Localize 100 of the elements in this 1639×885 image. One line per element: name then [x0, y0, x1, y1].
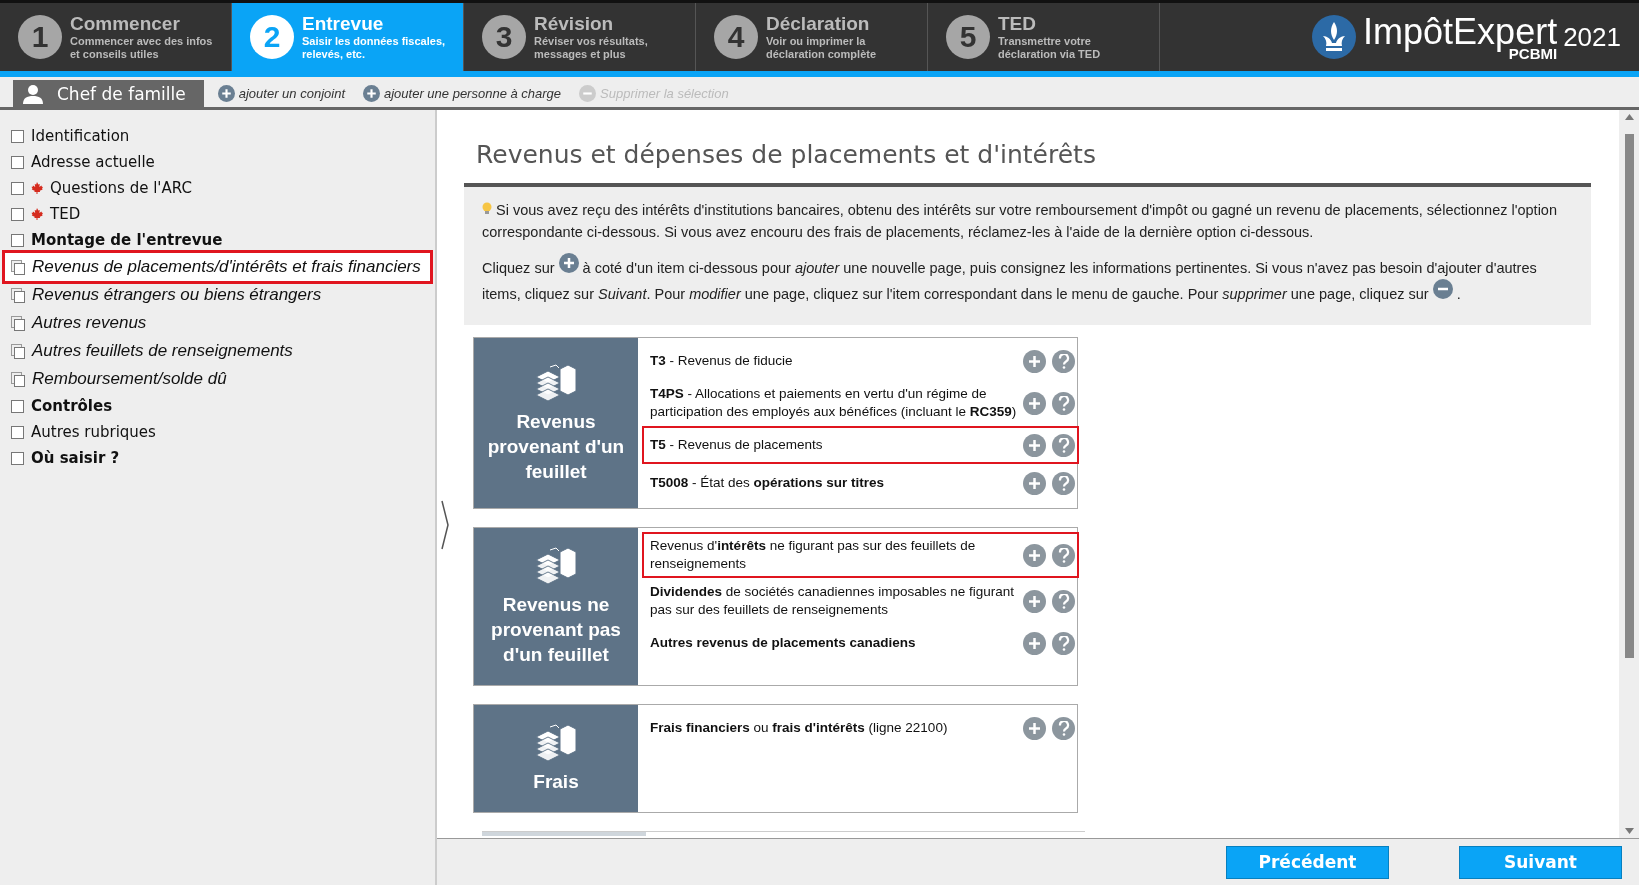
sidebar-item[interactable]: Revenus de placements/d'intérêts et frais financiers [5, 253, 430, 281]
scroll-down-arrow-icon[interactable] [1624, 828, 1634, 834]
plus-icon [1028, 721, 1041, 735]
help-button[interactable] [1052, 349, 1075, 373]
checkbox[interactable] [11, 181, 24, 195]
checkbox[interactable] [11, 451, 24, 465]
add-button[interactable] [1023, 716, 1046, 740]
step-subtitle: Commencer avec des infos et conseils utiles [70, 35, 214, 61]
collapse-chevron-icon[interactable] [441, 500, 449, 550]
category-title: Frais [533, 770, 579, 794]
scrollbar[interactable] [1619, 110, 1639, 838]
lightbulb-icon [482, 202, 492, 215]
add-button[interactable] [1023, 391, 1046, 415]
pages-icon [11, 315, 25, 331]
step-subtitle: Saisir les données fiscales, relevés, etc. [302, 35, 447, 61]
remove-icon [1432, 279, 1453, 299]
income-option-text: T3 - Revenus de fiducie [650, 352, 794, 370]
income-option-text: Dividendes de sociétés canadiennes imposables ne figurant pas sur des feuillets de renseignements [650, 583, 1015, 619]
pages-icon [11, 259, 25, 275]
add-button[interactable] [1023, 471, 1046, 495]
income-option-row[interactable]: Dividendes de sociétés canadiennes imposables ne figurant pas sur des feuillets de renseignements [644, 580, 1077, 622]
sidebar-item[interactable]: Identification [5, 123, 430, 149]
question-mark-icon [1057, 475, 1070, 491]
add-button[interactable] [1023, 349, 1046, 373]
sidebar-item[interactable]: Adresse actuelle [5, 149, 430, 175]
sidebar-item[interactable]: Autres feuillets de renseignements [5, 337, 430, 365]
add-icon [363, 85, 380, 102]
add-button[interactable] [1023, 543, 1046, 567]
sidebar-item[interactable]: Revenus étrangers ou biens étrangers [5, 281, 430, 309]
income-option-row[interactable]: Frais financiers ou frais d'intérêts (ligne 22100) [644, 711, 1077, 745]
income-option-text: T5008 - État des opérations sur titres [650, 474, 886, 492]
question-mark-icon [1057, 353, 1070, 369]
step-title: Entrevue [302, 13, 385, 35]
checkbox[interactable] [11, 425, 24, 439]
money-stack-icon [534, 546, 578, 586]
help-button[interactable] [1052, 589, 1075, 613]
plus-icon [1028, 594, 1041, 608]
income-option-text: Revenus d'intérêts ne figurant pas sur des feuillets de renseignements [650, 537, 977, 573]
question-mark-icon [1057, 395, 1070, 411]
step-number: 2 [250, 15, 294, 59]
income-option-row[interactable]: Revenus d'intérêts ne figurant pas sur des feuillets de renseignements [644, 534, 1077, 576]
step-subtitle: Réviser vos résultats, messages et plus [534, 35, 649, 61]
logo-year: 2021 [1563, 21, 1621, 53]
plus-icon [1028, 476, 1041, 490]
add-button[interactable] [1023, 631, 1046, 655]
help-button[interactable] [1052, 543, 1075, 567]
question-mark-icon [1057, 720, 1070, 736]
sidebar-item[interactable]: Où saisir ? [5, 445, 430, 471]
sidebar-item[interactable]: Autres revenus [5, 309, 430, 337]
add-button[interactable] [1023, 589, 1046, 613]
person-icon [23, 83, 43, 104]
person-action-link[interactable]: ajouter un conjoint [213, 80, 349, 107]
checkbox[interactable] [11, 233, 24, 247]
plus-icon [1028, 636, 1041, 650]
help-button[interactable] [1052, 391, 1075, 415]
person-name: Chef de famille [57, 83, 186, 104]
scroll-up-arrow-icon[interactable] [1624, 114, 1634, 120]
add-icon [217, 85, 235, 102]
income-option-row[interactable]: Autres revenus de placements canadiens [644, 626, 1077, 660]
help-button[interactable] [1052, 471, 1075, 495]
category-title: Revenus ne provenant pas d'un feuillet [490, 593, 622, 667]
step-subtitle: Transmettre votre déclaration via TED [998, 35, 1102, 61]
help-button[interactable] [1052, 433, 1075, 457]
income-option-text: Autres revenus de placements canadiens [650, 634, 917, 652]
sidebar-item[interactable]: Montage de l'entrevue [5, 227, 430, 253]
question-mark-icon [1057, 593, 1070, 609]
question-mark-icon [1057, 635, 1070, 651]
checkbox[interactable] [11, 207, 24, 221]
checkbox[interactable] [11, 155, 24, 169]
help-button[interactable] [1052, 631, 1075, 655]
step-subtitle: Voir ou imprimer la déclaration complète [766, 35, 878, 61]
income-option-row[interactable]: T5 - Revenus de placements [644, 428, 1077, 462]
question-mark-icon [1057, 437, 1070, 453]
sidebar-item[interactable]: Questions de l'ARC [5, 175, 430, 201]
income-option-row[interactable]: T5008 - État des opérations sur titres [644, 466, 1077, 500]
checkbox[interactable] [11, 129, 24, 143]
step-title: TED [998, 13, 1037, 35]
step-number: 4 [714, 15, 758, 59]
pages-icon [11, 287, 25, 303]
money-stack-icon [534, 362, 578, 403]
money-stack-icon [534, 723, 578, 763]
sidebar-item[interactable]: Autres rubriques [5, 419, 430, 445]
category-title: Revenus provenant d'un feuillet [486, 409, 626, 484]
income-option-row[interactable]: T3 - Revenus de fiducie [644, 344, 1077, 378]
add-button[interactable] [1023, 433, 1046, 457]
step-number: 1 [18, 15, 62, 59]
checkbox[interactable] [11, 399, 24, 413]
plus-icon [1028, 438, 1041, 452]
pages-icon [11, 343, 25, 359]
person-tab[interactable]: Chef de famille [13, 80, 204, 107]
person-action-link[interactable]: ajouter une personne à charge [359, 80, 566, 107]
sidebar-item[interactable]: Contrôles [5, 393, 430, 419]
remove-icon [579, 85, 597, 102]
help-button[interactable] [1052, 716, 1075, 740]
page-title: Revenus et dépenses de placements et d'intérêts [476, 140, 1097, 171]
income-option-row[interactable]: T4PS - Allocations et paiements en vertu d'un régime de participation des employés aux bénéfices (incluant le RC359) [644, 382, 1077, 424]
sidebar-item[interactable]: Remboursement/solde dû [5, 365, 430, 393]
question-mark-icon [1057, 547, 1070, 563]
sidebar-item[interactable]: TED [5, 201, 430, 227]
maple-leaf-icon [31, 208, 43, 220]
